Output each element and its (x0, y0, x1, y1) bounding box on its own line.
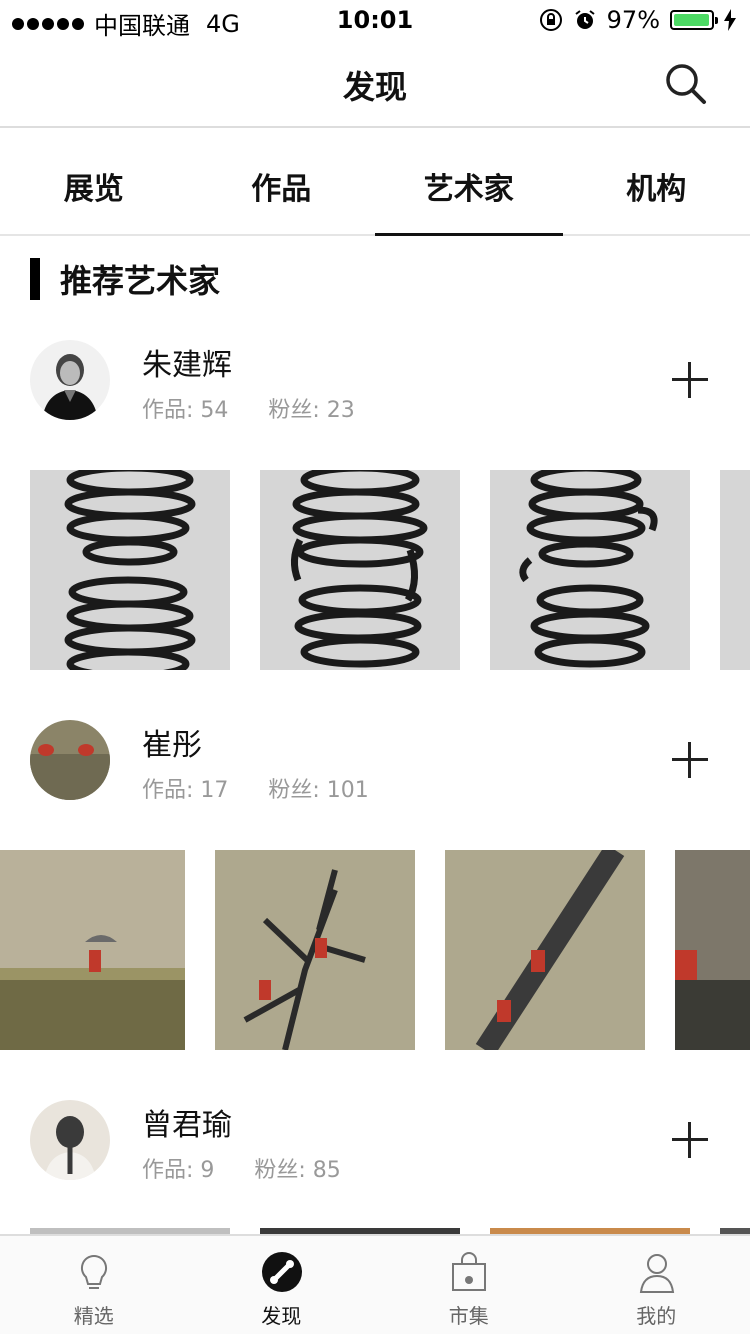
avatar[interactable] (30, 720, 110, 800)
fans-count: 粉丝: 23 (268, 398, 355, 423)
artwork-thumbnail[interactable] (260, 470, 460, 670)
status-bar: 中国联通 4G 10:01 97% (0, 0, 750, 40)
fans-count: 粉丝: 85 (254, 1158, 341, 1183)
charging-icon (724, 9, 736, 31)
tabbar-label: 精选 (73, 1304, 114, 1328)
avatar[interactable] (30, 1100, 110, 1180)
artwork-thumbnail[interactable] (445, 850, 645, 1050)
artist-stats: 作品: 54 粉丝: 23 (142, 392, 355, 424)
artist-stats: 作品: 9 粉丝: 85 (142, 1152, 341, 1184)
artwork-thumbnail[interactable] (215, 850, 415, 1050)
artwork-thumbnail[interactable] (30, 470, 230, 670)
follow-button[interactable] (672, 742, 708, 778)
tab-exhibitions[interactable]: 展览 (0, 130, 188, 234)
works-count: 作品: 9 (142, 1158, 215, 1183)
section-header: 推荐艺术家 (30, 258, 220, 300)
artist-name[interactable]: 崔彤 (142, 720, 202, 764)
tab-institutions[interactable]: 机构 (563, 130, 750, 234)
lightbulb-icon (80, 1254, 108, 1289)
artist-stats: 作品: 17 粉丝: 101 (142, 772, 369, 804)
user-icon (639, 1254, 674, 1293)
avatar[interactable] (30, 340, 110, 420)
section-marker (30, 258, 40, 300)
rotation-lock-icon (539, 9, 562, 31)
page-title: 发现 (342, 68, 407, 106)
tabbar-item-market[interactable]: 市集 (375, 1236, 563, 1334)
bottom-tab-bar: 精选 发现 市集 我的 (0, 1234, 750, 1334)
search-icon[interactable] (664, 62, 708, 106)
category-tabs: 展览 作品 艺术家 机构 (0, 130, 750, 236)
artist-name[interactable]: 朱建辉 (142, 340, 232, 384)
tabbar-item-discover[interactable]: 发现 (188, 1236, 376, 1334)
battery-icon (670, 10, 718, 30)
works-count: 作品: 54 (142, 398, 229, 423)
tabbar-item-featured[interactable]: 精选 (0, 1236, 188, 1334)
section-title: 推荐艺术家 (60, 262, 221, 300)
alarm-icon (575, 10, 595, 29)
artwork-thumbnail[interactable] (720, 470, 750, 670)
follow-button[interactable] (672, 362, 708, 398)
works-count: 作品: 17 (142, 778, 229, 803)
battery-percent: 97% (606, 6, 660, 34)
tabbar-label: 市集 (448, 1304, 489, 1328)
tabbar-item-profile[interactable]: 我的 (563, 1236, 750, 1334)
tab-artists[interactable]: 艺术家 (375, 130, 563, 236)
fans-count: 粉丝: 101 (268, 778, 369, 803)
artwork-thumbnail[interactable] (675, 850, 750, 1050)
artwork-thumbnail[interactable] (490, 470, 690, 670)
navigation-bar: 发现 (0, 40, 750, 128)
tabbar-label: 发现 (261, 1304, 302, 1328)
follow-button[interactable] (672, 1122, 708, 1158)
tab-works[interactable]: 作品 (188, 130, 376, 234)
tabbar-label: 我的 (636, 1304, 677, 1328)
artwork-thumbnail[interactable] (0, 850, 185, 1050)
shopping-bag-icon (452, 1252, 486, 1291)
artwork-carousel (0, 850, 750, 1050)
artwork-carousel (0, 470, 750, 670)
discover-icon (261, 1252, 302, 1292)
artist-name[interactable]: 曾君瑜 (142, 1100, 232, 1144)
